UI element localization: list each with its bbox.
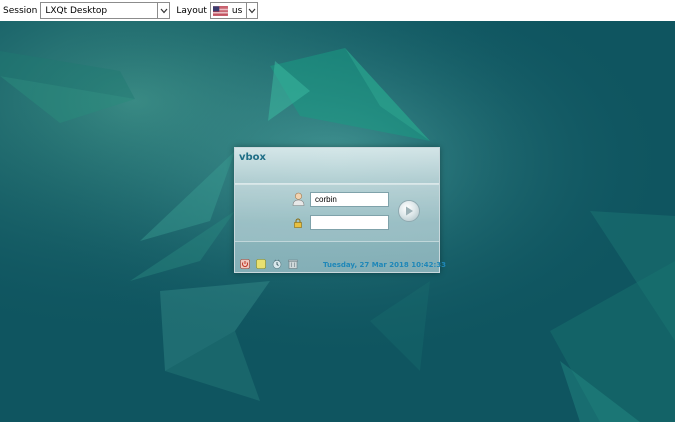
chevron-down-icon[interactable] bbox=[157, 3, 169, 18]
username-field[interactable] bbox=[310, 192, 389, 207]
password-field[interactable] bbox=[310, 215, 389, 230]
login-dialog: vbox Tuesday, 27 Mar 2018 10:42:33 bbox=[234, 147, 446, 273]
hostname-label: vbox bbox=[239, 152, 266, 163]
top-bar: Session LXQt Desktop Layout us bbox=[0, 0, 675, 22]
session-select[interactable]: LXQt Desktop bbox=[40, 2, 171, 19]
login-button[interactable] bbox=[398, 200, 420, 222]
us-flag-icon bbox=[212, 5, 228, 16]
hibernate-icon[interactable] bbox=[272, 259, 282, 269]
layout-label: Layout bbox=[176, 5, 207, 16]
restart-icon[interactable] bbox=[288, 259, 298, 269]
session-value: LXQt Desktop bbox=[45, 5, 108, 16]
arrow-right-circle-icon bbox=[406, 206, 413, 216]
chevron-down-icon[interactable] bbox=[246, 3, 257, 18]
session-label: Session bbox=[3, 5, 38, 16]
lock-icon bbox=[294, 218, 302, 228]
power-icon[interactable] bbox=[240, 259, 250, 269]
suspend-icon[interactable] bbox=[256, 259, 266, 269]
layout-select[interactable]: us bbox=[209, 2, 258, 19]
user-icon bbox=[292, 192, 305, 206]
layout-value: us bbox=[231, 5, 243, 16]
datetime-label: Tuesday, 27 Mar 2018 10:42:33 bbox=[323, 261, 447, 269]
